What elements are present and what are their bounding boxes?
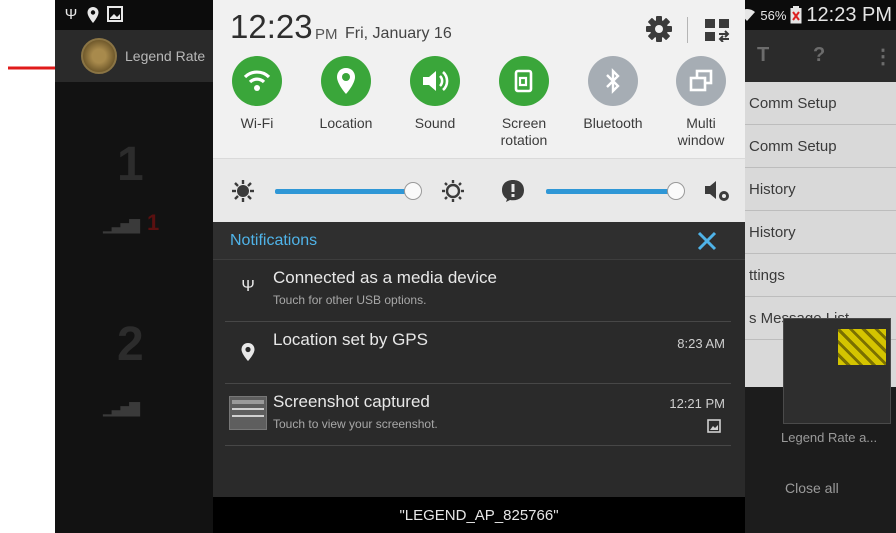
- gear-icon[interactable]: [645, 15, 673, 43]
- clear-notifications-icon[interactable]: [696, 230, 718, 252]
- device-number-2: 2: [117, 318, 144, 371]
- screenshot-icon: [107, 6, 123, 24]
- usb-icon: Ψ: [241, 278, 255, 295]
- slider-row: [213, 158, 745, 222]
- app-logo: [81, 38, 117, 74]
- notifications-title: Notifications: [230, 232, 318, 249]
- signal-bars-icon: ▁▃▅▇: [103, 400, 140, 416]
- network-name: "LEGEND_AP_825766": [399, 507, 559, 524]
- multiwindow-icon: [676, 56, 726, 106]
- notification-volume-handle[interactable]: [667, 182, 685, 200]
- status-bar-time: 12:23 PM: [806, 3, 892, 26]
- device-screen: Legend Rate 1 ▁▃▅▇ 1 2 ▁▃▅▇ T ? ⋮ Comm S…: [55, 0, 896, 533]
- red-value: 1: [147, 210, 160, 235]
- battery-percent: 56%: [760, 7, 787, 23]
- bluetooth-icon: [588, 56, 638, 106]
- recent-apps-column: Legend Rate a... Close all: [745, 0, 896, 533]
- toggle-location[interactable]: Location: [306, 56, 386, 132]
- wifi-icon: [232, 56, 282, 106]
- background-app-content: 1 ▁▃▅▇ 1 2 ▁▃▅▇: [55, 82, 215, 533]
- thumbnail-pattern: [838, 329, 886, 365]
- notification-time: 12:21 PM: [669, 396, 725, 411]
- quick-settings-panel: 12:23 PM Fri, January 16 Wi-Fi Location …: [213, 0, 745, 222]
- signal-bars-icon: ▁▃▅▇: [103, 217, 140, 233]
- location-pin-icon: [237, 342, 259, 364]
- notifications-panel: Notifications Ψ Connected as a media dev…: [213, 222, 745, 497]
- notification-usb[interactable]: Ψ Connected as a media device Touch for …: [225, 260, 731, 322]
- location-pin-icon: [321, 56, 371, 106]
- notification-gps[interactable]: Location set by GPS 8:23 AM: [225, 322, 731, 384]
- usb-icon: Ψ: [64, 6, 78, 23]
- notification-subtitle: Touch for other USB options.: [273, 293, 427, 307]
- brightness-slider[interactable]: [275, 189, 406, 194]
- brightness-slider-handle[interactable]: [404, 182, 422, 200]
- date: Fri, January 16: [345, 25, 452, 42]
- notification-subtitle: Touch to view your screenshot.: [273, 417, 438, 431]
- toggle-screen-rotation[interactable]: Screen rotation: [484, 56, 564, 149]
- screenshot-thumbnail: [229, 396, 267, 430]
- recent-app-thumbnail: [783, 318, 891, 424]
- sound-settings-icon[interactable]: [703, 177, 733, 205]
- toggle-sound[interactable]: Sound: [395, 56, 475, 132]
- brightness-high-icon: [442, 180, 464, 202]
- clock: 12:23: [230, 8, 313, 45]
- clock-ampm: PM: [315, 26, 338, 43]
- location-icon: [85, 6, 101, 24]
- toggle-label: Sound: [414, 115, 456, 131]
- notification-title: Connected as a media device: [273, 268, 497, 287]
- brightness-low-icon: [232, 180, 254, 202]
- battery-icon: [790, 6, 802, 24]
- quick-settings-grid-icon[interactable]: [704, 18, 730, 42]
- notification-title: Location set by GPS: [273, 330, 428, 349]
- device-number-1: 1: [117, 138, 144, 191]
- network-name-bar: "LEGEND_AP_825766": [213, 497, 745, 533]
- toggle-label: Screen rotation: [500, 115, 548, 148]
- toggle-label: Wi-Fi: [240, 115, 274, 131]
- rotation-icon: [499, 56, 549, 106]
- toggle-wifi[interactable]: Wi-Fi: [217, 56, 297, 132]
- background-app-title: Legend Rate: [125, 48, 206, 64]
- toggle-label: Bluetooth: [583, 115, 643, 131]
- notifications-header: Notifications: [213, 222, 745, 260]
- notification-time: 8:23 AM: [677, 336, 725, 351]
- toggle-label: Location: [319, 115, 373, 131]
- close-all-button: Close all: [785, 480, 839, 496]
- toggle-multi-window[interactable]: Multi window: [661, 56, 741, 149]
- notification-title: Screenshot captured: [273, 392, 430, 411]
- alert-icon: [502, 180, 524, 202]
- header-divider: [687, 17, 688, 43]
- screenshot-icon: [707, 419, 721, 433]
- notification-volume-slider[interactable]: [546, 189, 669, 194]
- recent-app-label: Legend Rate a...: [781, 430, 878, 445]
- notification-screenshot[interactable]: Screenshot captured Touch to view your s…: [225, 384, 731, 446]
- status-bar-right: 56% 12:23 PM: [738, 3, 892, 27]
- notification-shade: 12:23 PM Fri, January 16 Wi-Fi Location …: [213, 0, 745, 497]
- toggle-bluetooth[interactable]: Bluetooth: [573, 56, 653, 132]
- volume-icon: [410, 56, 460, 106]
- toggle-label: Multi window: [677, 115, 725, 148]
